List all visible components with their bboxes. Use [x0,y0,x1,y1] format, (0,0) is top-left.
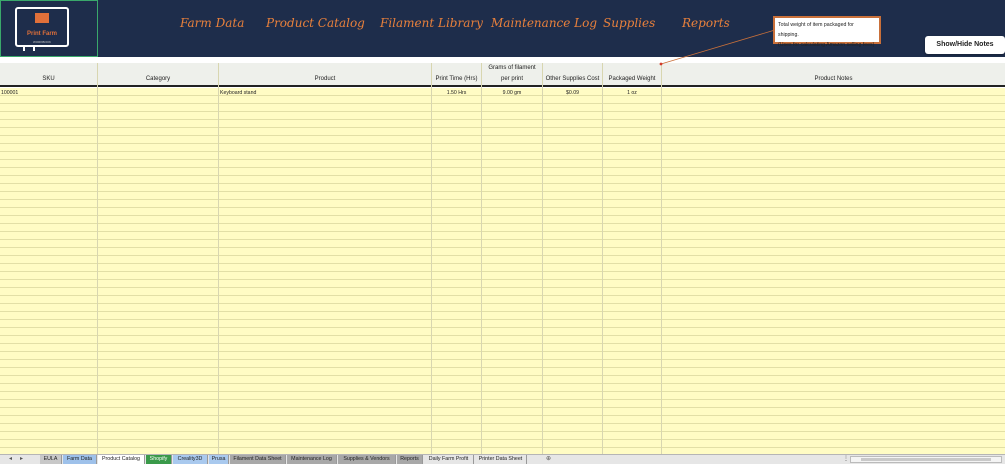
header-per-print[interactable]: per print [482,76,542,82]
nav-reports[interactable]: Reports [682,16,730,30]
comment-note[interactable]: Total weight of item packaged for shippi… [773,16,881,48]
horizontal-scrollbar[interactable] [850,456,1002,463]
tab-scroll-right-icon[interactable]: ▸ [20,455,23,464]
header-grams-group: Grams of filament [488,65,536,71]
logo-name: Print Farm [26,31,57,37]
sheet-tab-bar: ◂ ▸ EULA Farm Data Product Catalog Shopify C… [0,454,1005,464]
header-product-notes[interactable]: Product Notes [662,76,1005,82]
comment-line-2: (Uses for calculating Amazon selling fee… [778,42,875,48]
monitor-icon [35,13,49,23]
sheet-tab[interactable]: Prusa [209,455,229,464]
column-divider [218,63,219,454]
data-grid[interactable] [0,88,1005,454]
header-print-time[interactable]: Print Time (Hrs) [432,76,481,82]
nav-maintenance-log[interactable]: Maintenance Log [491,16,597,30]
sheet-tab[interactable]: Creality3D [173,455,208,464]
cell-product[interactable]: Keyboard stand [220,90,256,96]
cell-weight[interactable]: 1 oz [603,90,661,96]
nav-filament-library[interactable]: Filament Library [380,16,483,30]
sheet-tab[interactable]: Filament Data Sheet [230,455,286,464]
nav-farm-data[interactable]: Farm Data [180,16,244,30]
column-divider [431,63,432,454]
header-category[interactable]: Category [98,76,218,82]
nav-supplies[interactable]: Supplies [603,16,655,30]
sheet-tab[interactable]: Supplies & Vendors [338,455,396,464]
tab-split-handle[interactable]: ⋮ [843,455,849,464]
sheet-tab[interactable]: Printer Data Sheet [475,455,527,464]
sheet-tab[interactable]: Reports [397,455,423,464]
column-divider [97,63,98,454]
header-packaged-weight[interactable]: Packaged Weight [603,76,661,82]
horizontal-scroll-thumb[interactable] [861,458,991,461]
header-product[interactable]: Product [219,76,431,82]
logo-cell[interactable]: Print Farm WORKBOOK [0,0,98,57]
cell-print-time[interactable]: 1.50 Hrs [432,90,481,96]
cell-cost[interactable]: $0.09 [543,90,602,96]
add-sheet-icon[interactable]: ⊕ [546,455,551,464]
spreadsheet-window: Print Farm WORKBOOK Farm Data Product Ca… [0,0,1005,464]
sheet-tab[interactable]: EULA [40,455,62,464]
nav-product-catalog[interactable]: Product Catalog [266,16,365,30]
print-farm-logo: Print Farm WORKBOOK [15,7,69,47]
column-divider [481,63,482,454]
column-divider [661,63,662,454]
sheet-tab[interactable]: Shopify [146,455,172,464]
sheet-tab[interactable]: Product Catalog [98,455,145,464]
header-other-supplies-cost[interactable]: Other Supplies Cost [543,76,602,82]
comment-line-1: Total weight of item packaged for shippi… [778,22,854,38]
column-divider [542,63,543,454]
header-sku[interactable]: SKU [0,76,97,82]
logo-subtitle: WORKBOOK [32,40,51,44]
sheet-tab[interactable]: Maintenance Log [287,455,337,464]
logo-stand [23,47,35,51]
sheet-tab[interactable]: Daily Farm Profit [424,455,474,464]
column-divider [602,63,603,454]
sheet-tab[interactable]: Farm Data [63,455,97,464]
tab-scroll-left-icon[interactable]: ◂ [9,455,12,464]
cell-grams[interactable]: 9.00 gm [482,90,542,96]
show-hide-notes-button[interactable]: Show/Hide Notes [925,36,1005,54]
cell-sku[interactable]: 100001 [1,90,18,96]
